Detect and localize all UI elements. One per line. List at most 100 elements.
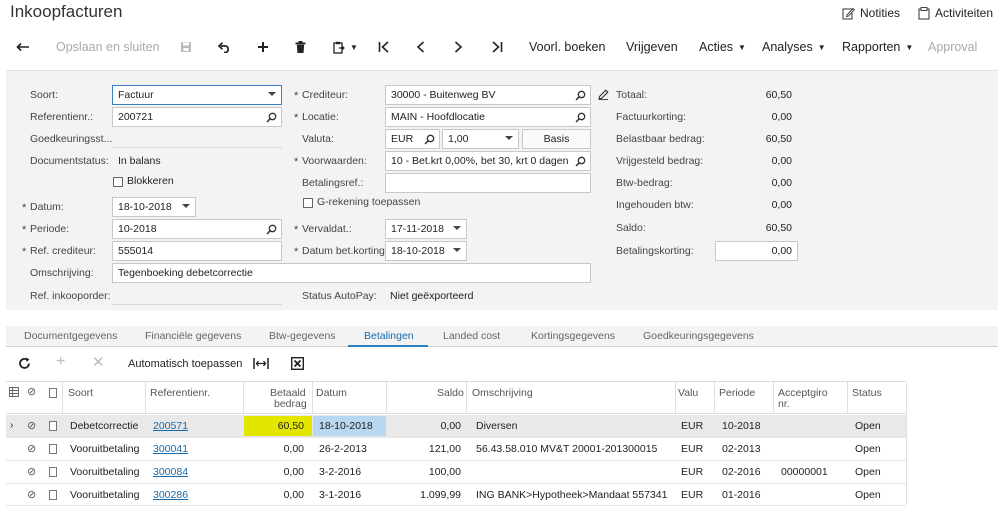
ingehouden-label: Ingehouden btw:: [616, 199, 694, 211]
refinkoop-value-line: [112, 304, 282, 305]
blokkeren-checkbox[interactable]: [113, 177, 123, 187]
search-icon: [575, 112, 586, 123]
refcred-label: Ref. crediteur:: [22, 245, 96, 258]
export-excel-icon[interactable]: [291, 357, 304, 370]
auto-apply-button[interactable]: Automatisch toepassen: [128, 358, 242, 370]
row-ref-link[interactable]: 200571: [153, 420, 188, 432]
attachment-icon[interactable]: ⊘: [27, 442, 36, 455]
col-valuta[interactable]: Valu: [678, 387, 698, 399]
col-soort[interactable]: Soort: [68, 387, 93, 399]
col-status[interactable]: Status: [852, 387, 882, 399]
datum-field[interactable]: 18-10-2018: [112, 197, 196, 217]
row-saldo: 100,00: [428, 466, 461, 478]
voorwaarden-field[interactable]: 10 - Bet.krt 0,00%, bet 30, krt 0 dagen: [385, 151, 591, 171]
approval-button[interactable]: Approval: [928, 33, 977, 61]
edit-pencil-icon[interactable]: [598, 89, 609, 100]
tab-kortingsgegevens[interactable]: Kortingsgegevens: [531, 330, 615, 342]
row-ref-link[interactable]: 300041: [153, 443, 188, 455]
row-soort: Vooruitbetaling: [70, 466, 140, 478]
row-betaald[interactable]: 0,00: [244, 443, 304, 455]
crediteur-field[interactable]: 30000 - Buitenweg BV: [385, 85, 591, 105]
activities-link[interactable]: Activiteiten: [918, 6, 993, 20]
tab-btw-gegevens[interactable]: Btw-gegevens: [269, 330, 336, 342]
fit-columns-icon[interactable]: [253, 357, 269, 370]
reports-menu[interactable]: Rapporten ▼: [842, 33, 913, 61]
grekening-checkbox[interactable]: [303, 198, 313, 208]
tab-betalingen[interactable]: Betalingen: [364, 330, 414, 342]
datumbet-field[interactable]: 18-10-2018: [385, 241, 467, 261]
refcred-field[interactable]: 555014: [112, 241, 282, 261]
actions-menu[interactable]: Acties ▼: [699, 33, 746, 61]
settings-grid-icon[interactable]: [9, 387, 19, 397]
attachment-icon[interactable]: ⊘: [27, 419, 36, 432]
basis-button[interactable]: Basis: [522, 129, 591, 149]
delete-button[interactable]: [295, 33, 306, 61]
delete-row-button[interactable]: ✕: [92, 353, 105, 371]
vervaldat-field[interactable]: 17-11-2018: [385, 219, 467, 239]
first-record-button[interactable]: [378, 33, 390, 61]
add-row-button[interactable]: +: [56, 353, 65, 371]
row-betaald[interactable]: 0,00: [244, 489, 304, 501]
col-periode[interactable]: Periode: [719, 387, 755, 399]
first-icon: [378, 41, 389, 53]
tab-goedkeuringsgegevens[interactable]: Goedkeuringsgegevens: [643, 330, 754, 342]
analyses-menu[interactable]: Analyses ▼: [762, 33, 826, 61]
last-record-button[interactable]: [491, 33, 503, 61]
col-divider: [906, 382, 907, 504]
datumbet-value: 18-10-2018: [391, 245, 445, 257]
row-betaald[interactable]: 60,50: [244, 420, 304, 432]
betalingskorting-field[interactable]: 0,00: [715, 241, 798, 261]
preview-post-button[interactable]: Voorl. boeken: [529, 33, 605, 61]
omschrijving-field[interactable]: Tegenboeking debetcorrectie: [112, 263, 591, 283]
save-button[interactable]: [180, 33, 192, 61]
next-record-button[interactable]: [454, 33, 463, 61]
ref-field[interactable]: 200721: [112, 107, 282, 127]
notes-label: Notities: [860, 6, 901, 20]
notes-link[interactable]: Notities: [842, 6, 900, 20]
back-button[interactable]: [16, 33, 30, 61]
valuta-field[interactable]: EUR: [385, 129, 440, 149]
col-acceptgiro-2: nr.: [778, 398, 790, 410]
periode-field[interactable]: 10-2018: [112, 219, 282, 239]
refresh-icon[interactable]: [18, 357, 31, 370]
col-datum[interactable]: Datum: [316, 387, 347, 399]
vervaldat-label: Vervaldat.:: [294, 223, 352, 236]
tab-documentgegevens[interactable]: Documentgegevens: [24, 330, 117, 342]
save-close-button[interactable]: Opslaan en sluiten: [56, 33, 160, 61]
note-icon[interactable]: [49, 467, 57, 477]
release-button[interactable]: Vrijgeven: [626, 33, 678, 61]
row-valuta: EUR: [681, 466, 704, 478]
locatie-field[interactable]: MAIN - Hoofdlocatie: [385, 107, 591, 127]
soort-value: Factuur: [118, 89, 154, 101]
activities-label: Activiteiten: [935, 6, 994, 20]
valuta-rate-select[interactable]: 1,00: [442, 129, 519, 149]
valuta-rate-value: 1,00: [448, 133, 469, 145]
note-icon[interactable]: [49, 421, 57, 431]
datumbet-label: Datum bet.korting:: [294, 245, 388, 258]
col-divider: [466, 382, 467, 413]
main-toolbar: Opslaan en sluiten ▼ Voorl. boeken Vrijg…: [0, 33, 998, 61]
tab-financiele-gegevens[interactable]: Financiële gegevens: [145, 330, 241, 342]
undo-button[interactable]: [218, 33, 231, 61]
tab-landed-cost[interactable]: Landed cost: [443, 330, 500, 342]
col-saldo[interactable]: Saldo: [437, 387, 464, 399]
row-ref-link[interactable]: 300084: [153, 466, 188, 478]
soort-select[interactable]: Factuur: [112, 85, 282, 105]
col-betaald-2: bedrag: [274, 398, 307, 410]
row-betaald[interactable]: 0,00: [244, 466, 304, 478]
voorwaarden-label: Voorwaarden:: [294, 155, 367, 168]
row-periode: 02-2016: [722, 466, 761, 478]
add-button[interactable]: [257, 33, 269, 61]
row-datum[interactable]: 18-10-2018: [319, 420, 373, 432]
note-icon[interactable]: [49, 490, 57, 500]
row-selector-icon: ›: [10, 420, 14, 431]
attachment-icon[interactable]: ⊘: [27, 465, 36, 478]
previous-record-button[interactable]: [416, 33, 425, 61]
copy-paste-button[interactable]: ▼: [333, 33, 358, 61]
row-ref-link[interactable]: 300286: [153, 489, 188, 501]
attachment-icon[interactable]: ⊘: [27, 488, 36, 501]
betalingsref-field[interactable]: [385, 173, 591, 193]
col-ref[interactable]: Referentienr.: [150, 387, 210, 399]
note-icon[interactable]: [49, 444, 57, 454]
col-omschrijving[interactable]: Omschrijving: [472, 387, 533, 399]
